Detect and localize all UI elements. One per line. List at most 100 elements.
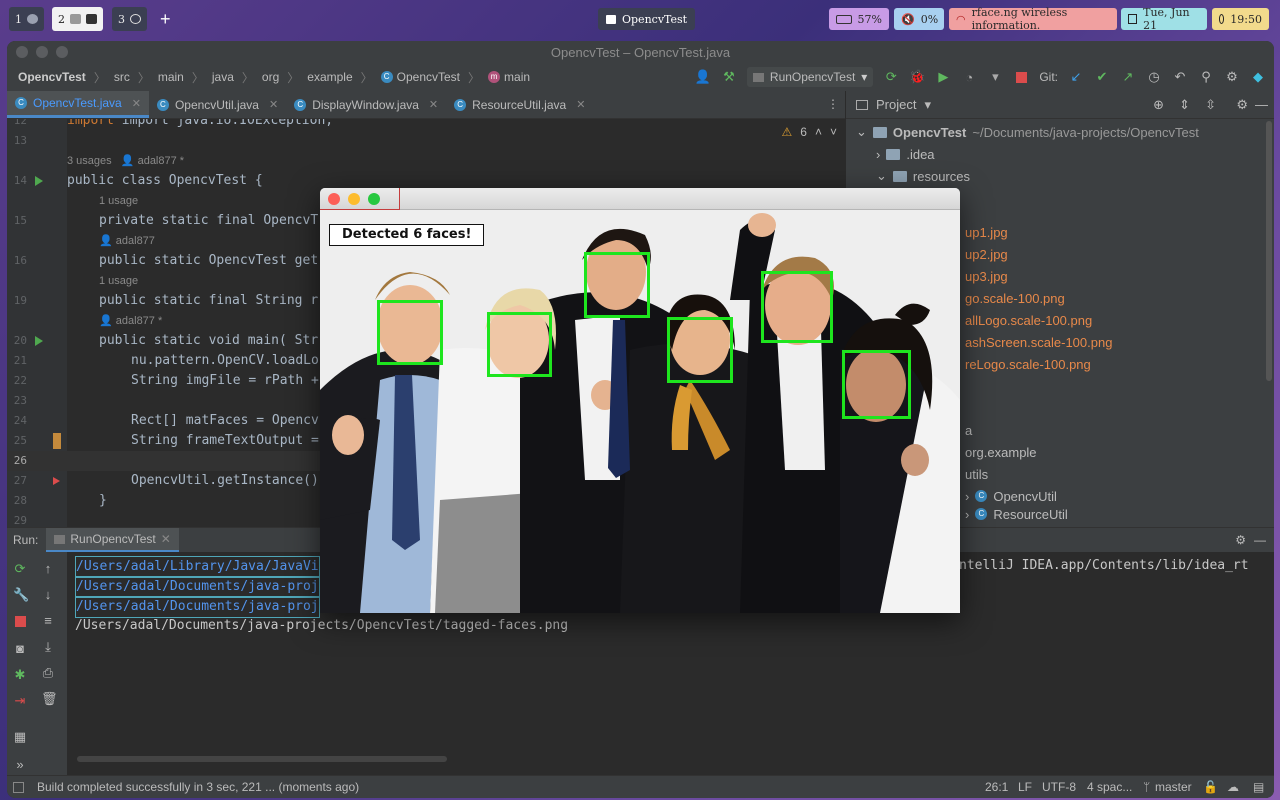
lock-icon[interactable]: 🔓 <box>1203 780 1218 794</box>
add-workspace-button[interactable]: + <box>160 8 171 30</box>
debug-icon[interactable]: 🐞 <box>909 69 925 85</box>
close-tab-icon[interactable]: ✕ <box>429 98 438 111</box>
usages-hint[interactable]: 1 usage <box>99 191 138 211</box>
tree-item-opencvutil[interactable]: › C OpencvUtil <box>965 485 1057 507</box>
breadcrumb-method[interactable]: main <box>504 70 530 84</box>
breadcrumb-org[interactable]: org <box>262 70 279 84</box>
usages-hint[interactable]: 3 usages 👤 adal877 * <box>67 151 184 171</box>
tab-opencvutil-java[interactable]: C OpencvUtil.java ✕ <box>149 91 286 118</box>
trash-icon[interactable]: 🗑 <box>41 692 58 706</box>
close-tab-icon[interactable]: ✕ <box>132 97 141 110</box>
breadcrumb-class[interactable]: OpencvTest <box>397 70 460 84</box>
layout-icon[interactable]: ▦ <box>13 730 27 744</box>
minimize-window-button[interactable] <box>348 193 360 205</box>
close-tab-icon[interactable]: ✕ <box>576 98 585 111</box>
build-hammer-icon[interactable]: ⚒ <box>721 69 737 85</box>
profile-icon[interactable]: ◔ <box>961 69 977 85</box>
close-window-button[interactable] <box>328 193 340 205</box>
hide-panel-icon[interactable]: — <box>1255 97 1268 112</box>
breakpoint-marker[interactable] <box>53 477 60 485</box>
tree-root[interactable]: ⌄ OpencvTest ~/Documents/java-projects/O… <box>856 121 1199 143</box>
debug-icon[interactable]: ✱ <box>13 668 27 682</box>
tree-item-file[interactable]: allLogo.scale-100.png <box>965 309 1092 331</box>
run-gutter-icon[interactable] <box>35 336 43 346</box>
user-icon[interactable]: 👤 <box>695 69 711 85</box>
tree-item-resources[interactable]: ⌄ resources <box>876 165 970 187</box>
notifications-icon[interactable]: ▤ <box>1253 780 1264 794</box>
tree-item-file[interactable]: reLogo.scale-100.png <box>965 353 1091 375</box>
workspace-1[interactable]: 1 <box>9 7 44 31</box>
output-scrollbar[interactable] <box>77 756 447 762</box>
project-scrollbar[interactable] <box>1266 121 1272 381</box>
history-icon[interactable]: ◷ <box>1146 69 1162 85</box>
author-hint[interactable]: 👤 adal877 * <box>99 311 162 331</box>
locate-icon[interactable]: ⊕ <box>1153 97 1164 113</box>
stop-icon[interactable] <box>1013 69 1029 85</box>
scroll-to-end-icon[interactable]: ⤓ <box>41 640 55 654</box>
workspace-2[interactable]: 2 <box>52 7 103 31</box>
rerun-icon[interactable]: ⟳ <box>883 69 899 85</box>
minimize-window-button[interactable] <box>36 46 48 58</box>
panel-toggle-icon[interactable] <box>13 781 24 793</box>
workspace-3[interactable]: 3 <box>112 7 147 31</box>
author-hint[interactable]: 👤 adal877 <box>99 231 155 251</box>
exit-icon[interactable]: ⇥ <box>13 694 27 708</box>
indent-setting[interactable]: 4 spac... <box>1087 780 1132 794</box>
expand-all-icon[interactable]: ⇕ <box>1179 97 1190 113</box>
face-window-titlebar[interactable] <box>320 188 960 210</box>
camera-icon[interactable]: ◙ <box>13 642 27 656</box>
wifi-indicator[interactable]: ◠ rface.ng wireless information. <box>949 6 1117 32</box>
tree-item-idea[interactable]: › .idea <box>876 143 935 165</box>
wrench-icon[interactable]: 🔧 <box>13 588 29 602</box>
soft-wrap-icon[interactable]: ≡ <box>41 614 55 628</box>
search-icon[interactable]: ⚲ <box>1198 69 1214 85</box>
tab-opencvtest-java[interactable]: C OpencvTest.java ✕ <box>7 91 149 118</box>
run-tab[interactable]: RunOpencvTest ✕ <box>46 528 179 552</box>
tree-item-package[interactable]: org.example <box>965 441 1037 463</box>
collapse-all-icon[interactable]: ⇳ <box>1205 97 1216 113</box>
arrow-up-icon[interactable]: ↑ <box>41 562 55 576</box>
tree-item-java[interactable]: a <box>965 419 972 441</box>
status-message[interactable]: Build completed successfully in 3 sec, 2… <box>37 780 359 794</box>
maximize-window-button[interactable] <box>56 46 68 58</box>
close-tab-icon[interactable]: ✕ <box>161 532 171 546</box>
chevron-down-icon[interactable]: ▾ <box>924 97 931 113</box>
close-tab-icon[interactable]: ✕ <box>269 98 278 111</box>
breadcrumb-main[interactable]: main <box>158 70 184 84</box>
more-icon[interactable]: » <box>13 758 27 772</box>
breadcrumb-src[interactable]: src <box>114 70 130 84</box>
code-with-me-icon[interactable]: ◆ <box>1250 69 1266 85</box>
clock-indicator[interactable]: 19:50 <box>1212 8 1269 30</box>
git-push-icon[interactable]: ↗ <box>1120 69 1136 85</box>
maximize-window-button[interactable] <box>368 193 380 205</box>
git-commit-icon[interactable]: ✔ <box>1094 69 1110 85</box>
date-indicator[interactable]: Tue, Jun 21 <box>1121 6 1207 32</box>
run-configuration-select[interactable]: RunOpencvTest ▾ <box>746 67 874 87</box>
tree-item-file[interactable]: up2.jpg <box>965 243 1008 265</box>
project-title[interactable]: Project <box>876 97 916 112</box>
hide-panel-icon[interactable]: — <box>1254 533 1266 547</box>
cloud-icon[interactable]: ☁ <box>1227 780 1239 794</box>
settings-gear-icon[interactable]: ⚙ <box>1224 69 1240 85</box>
line-separator[interactable]: LF <box>1018 780 1032 794</box>
git-update-icon[interactable]: ↙ <box>1068 69 1084 85</box>
tree-item-file[interactable]: up3.jpg <box>965 265 1008 287</box>
output-line-link[interactable]: /Users/adal/Library/Java/JavaVi <box>75 556 320 578</box>
tree-item-file[interactable]: up1.jpg <box>965 221 1008 243</box>
battery-indicator[interactable]: 57% <box>829 8 889 30</box>
breadcrumb-example[interactable]: example <box>307 70 352 84</box>
usages-hint[interactable]: 1 usage <box>99 271 138 291</box>
gear-icon[interactable]: ⚙ <box>1236 97 1248 113</box>
coverage-icon[interactable]: ▶ <box>935 69 951 85</box>
arrow-down-icon[interactable]: ↓ <box>41 588 55 602</box>
file-encoding[interactable]: UTF-8 <box>1042 780 1076 794</box>
tree-item-file[interactable]: go.scale-100.png <box>965 287 1065 309</box>
rollback-icon[interactable]: ↶ <box>1172 69 1188 85</box>
output-line-link[interactable]: /Users/adal/Documents/java-proj <box>75 576 320 598</box>
tree-item-utils[interactable]: utils <box>965 463 988 485</box>
breadcrumb-project[interactable]: OpencvTest <box>18 70 86 84</box>
rerun-icon[interactable]: ⟳ <box>13 562 27 576</box>
tabs-more-icon[interactable]: ⋮ <box>827 97 839 111</box>
git-branch[interactable]: master <box>1155 780 1192 794</box>
volume-indicator[interactable]: 🔇 0% <box>894 8 944 30</box>
